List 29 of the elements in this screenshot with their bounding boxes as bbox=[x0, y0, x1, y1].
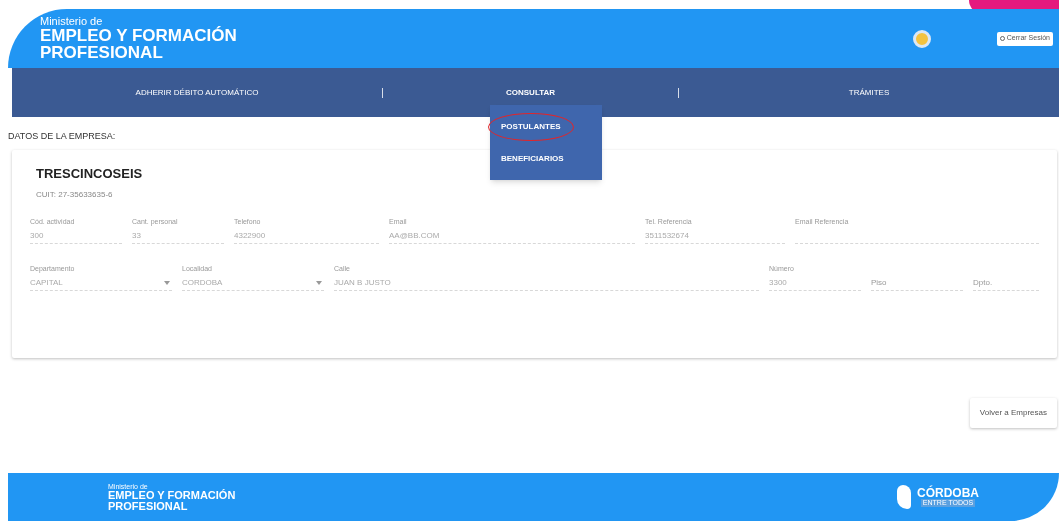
select-field[interactable]: CORDOBA bbox=[182, 275, 324, 291]
select-field[interactable]: CAPITAL bbox=[30, 275, 172, 291]
input-field[interactable]: Piso bbox=[871, 275, 963, 291]
ministry-prefix: Ministerio de bbox=[40, 16, 104, 27]
input-field[interactable]: 4322900 bbox=[234, 228, 379, 244]
company-name: TRESCINCOSEIS bbox=[36, 164, 143, 183]
ministry-name: EMPLEO Y FORMACIÓN bbox=[40, 27, 237, 44]
province-map-icon bbox=[897, 485, 911, 509]
input-field[interactable]: 33 bbox=[132, 228, 224, 244]
ministry-name: PROFESIONAL bbox=[108, 500, 189, 512]
input-field[interactable]: 3300 bbox=[769, 275, 861, 291]
input-field[interactable]: 300 bbox=[30, 228, 122, 244]
ministry-name: PROFESIONAL bbox=[40, 44, 164, 61]
caret-icon bbox=[164, 280, 170, 285]
back-button[interactable]: Volver a Empresas bbox=[969, 397, 1057, 428]
section-title: DATOS DE LA EMPRESA: bbox=[8, 130, 116, 143]
seal-icon bbox=[912, 29, 931, 48]
ministry-name: EMPLEO Y FORMACIÓN bbox=[108, 489, 236, 501]
input-field[interactable]: AA@BB.COM bbox=[389, 228, 635, 244]
nav-tab[interactable]: TRÁMITES bbox=[840, 82, 898, 103]
nav-tab[interactable]: CONSULTAR bbox=[498, 82, 563, 103]
input-field[interactable]: JUAN B JUSTO bbox=[334, 275, 759, 291]
nav-tab[interactable]: ADHERIR DÉBITO AUTOMÁTICO bbox=[127, 82, 267, 103]
menu-item[interactable]: BENEFICIARIOS bbox=[488, 145, 577, 173]
input-field[interactable]: Dpto. bbox=[973, 275, 1039, 291]
province-logo: CÓRDOBA bbox=[917, 487, 979, 499]
company-cuit: CUIT: 27-35633635-6 bbox=[36, 189, 113, 201]
caret-icon bbox=[316, 280, 322, 285]
input-field[interactable]: 3511532674 bbox=[645, 228, 785, 244]
